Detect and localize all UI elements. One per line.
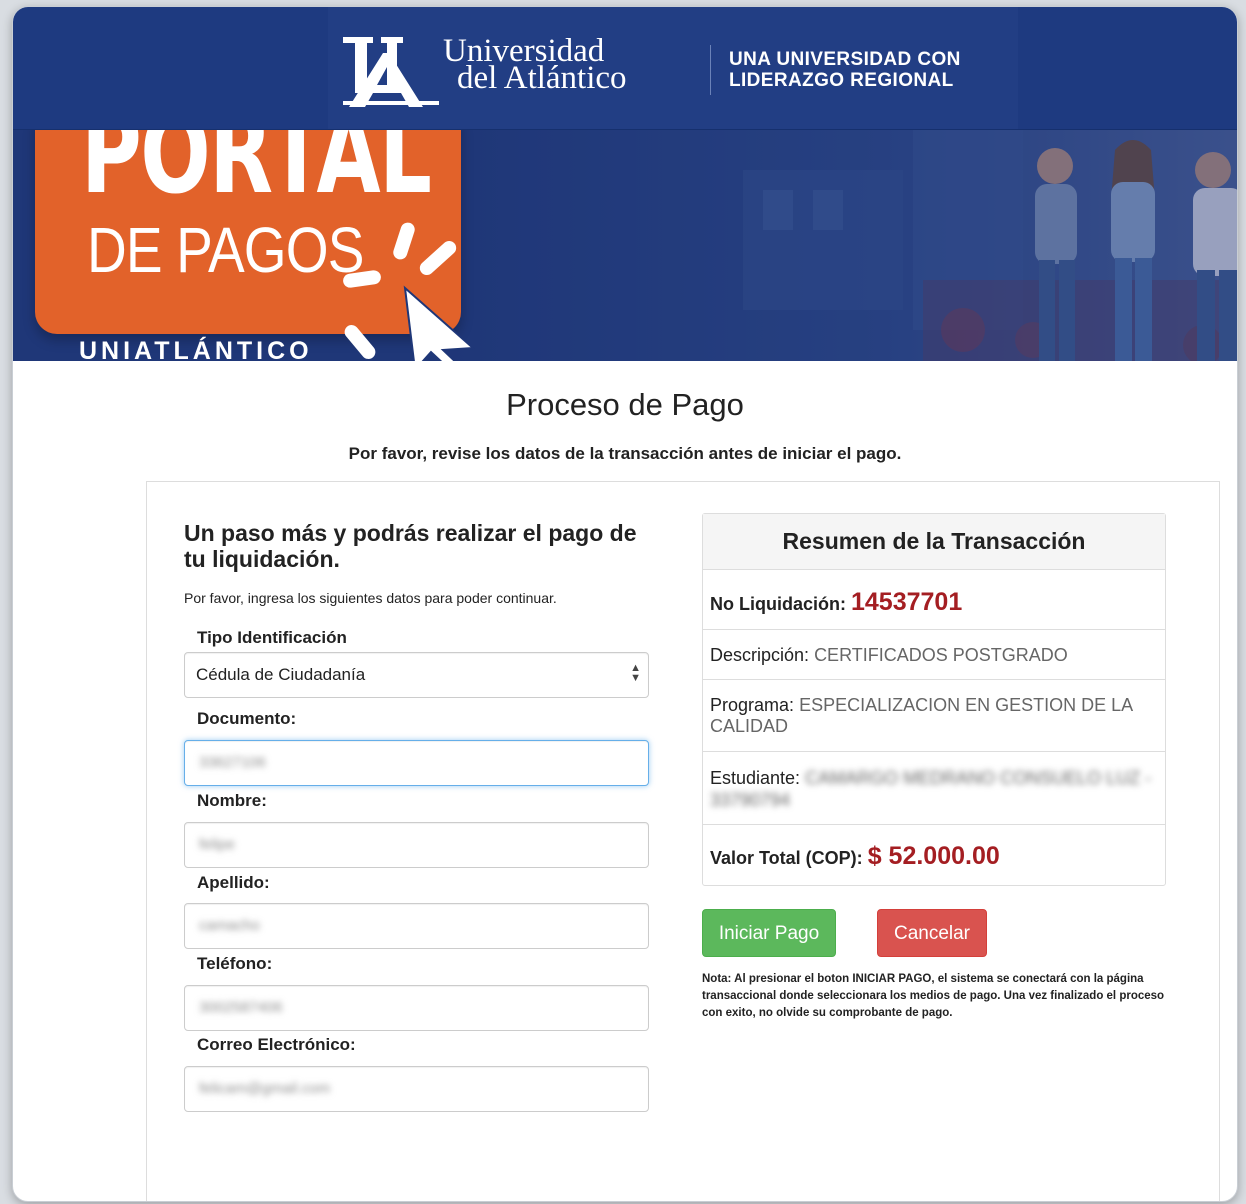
documento-value: 33627106 [199,754,266,771]
correo-value: felicam@gmail.com [199,1080,331,1097]
university-slogan: UNA UNIVERSIDAD CON LIDERAZGO REGIONAL [729,49,961,91]
programa-label: Programa: [710,695,795,715]
telefono-label: Teléfono: [197,954,273,973]
summary-title: Resumen de la Transacción [703,514,1165,570]
students-photo [443,130,1237,361]
slogan-line1: UNA UNIVERSIDAD CON [729,49,961,70]
liquidacion-value: 14537701 [851,588,963,616]
summary-row-programa: Programa: ESPECIALIZACION EN GESTION DE … [703,680,1165,752]
telefono-input[interactable]: 3002587406 [184,985,649,1031]
telefono-value: 3002587406 [199,999,283,1016]
summary-row-total: Valor Total (COP): $ 52.000.00 [703,825,1165,885]
estudiante-label: Estudiante: [710,768,801,788]
descripcion-label: Descripción: [710,645,810,665]
header-divider [710,45,711,95]
summary-row-estudiante: Estudiante: CAMARGO MEDRANO CONSUELO LUZ… [703,752,1165,825]
portal-title-word: PORTAL [81,129,432,219]
correo-input[interactable]: felicam@gmail.com [184,1066,649,1112]
uniatlantico-word: UNIATLÁNTICO [79,337,313,361]
nombre-value: felipe [199,836,235,853]
nombre-input[interactable]: felipe [184,822,649,868]
payment-form: Un paso más y podrás realizar el pago de… [184,520,650,606]
university-name-line2: del Atlántico [457,60,627,96]
iniciar-pago-button[interactable]: Iniciar Pago [702,909,836,957]
liquidacion-label: No Liquidación: [710,594,846,614]
total-value: $ 52.000.00 [867,842,1000,870]
university-header: Universidad del Atlántico UNA UNIVERSIDA… [13,7,1237,129]
ua-logo-icon[interactable] [343,35,439,107]
documento-input[interactable]: 33627106 [184,740,649,786]
university-name: Universidad del Atlántico [443,35,627,96]
apellido-input[interactable]: camacho [184,903,649,949]
nombre-label: Nombre: [197,791,267,810]
descripcion-value: CERTIFICADOS POSTGRADO [814,645,1068,665]
correo-label: Correo Electrónico: [197,1035,356,1054]
apellido-value: camacho [199,917,260,934]
tipo-identificacion-label: Tipo Identificación [197,628,347,647]
tipo-identificacion-select[interactable]: Cédula de Ciudadanía ▲ ▼ [184,652,649,698]
summary-row-descripcion: Descripción: CERTIFICADOS POSTGRADO [703,630,1165,680]
page-subtitle: Por favor, revise los datos de la transa… [348,444,902,463]
form-heading: Un paso más y podrás realizar el pago de… [184,520,637,572]
documento-label: Documento: [197,709,297,728]
select-arrows-icon: ▲ ▼ [630,662,641,684]
pointer-cursor-icon [343,222,476,361]
portal-banner: PORTAL DE PAGOS UNIATLÁNTICO [13,129,1237,361]
payment-note: Nota: Al presionar el boton INICIAR PAGO… [702,973,1165,1019]
cancelar-button[interactable]: Cancelar [877,909,987,957]
slogan-line2: LIDERAZGO REGIONAL [729,70,954,91]
form-hint: Por favor, ingresa los siguientes datos … [184,590,557,606]
total-label: Valor Total (COP): [710,848,863,868]
tipo-identificacion-value: Cédula de Ciudadanía [196,665,366,684]
page-title: Proceso de Pago [506,387,744,422]
summary-row-liquidacion: No Liquidación: 14537701 [703,570,1165,630]
de-pagos-word: DE PAGOS [87,214,364,286]
apellido-label: Apellido: [197,873,270,892]
transaction-summary: Resumen de la Transacción No Liquidación… [702,513,1166,886]
